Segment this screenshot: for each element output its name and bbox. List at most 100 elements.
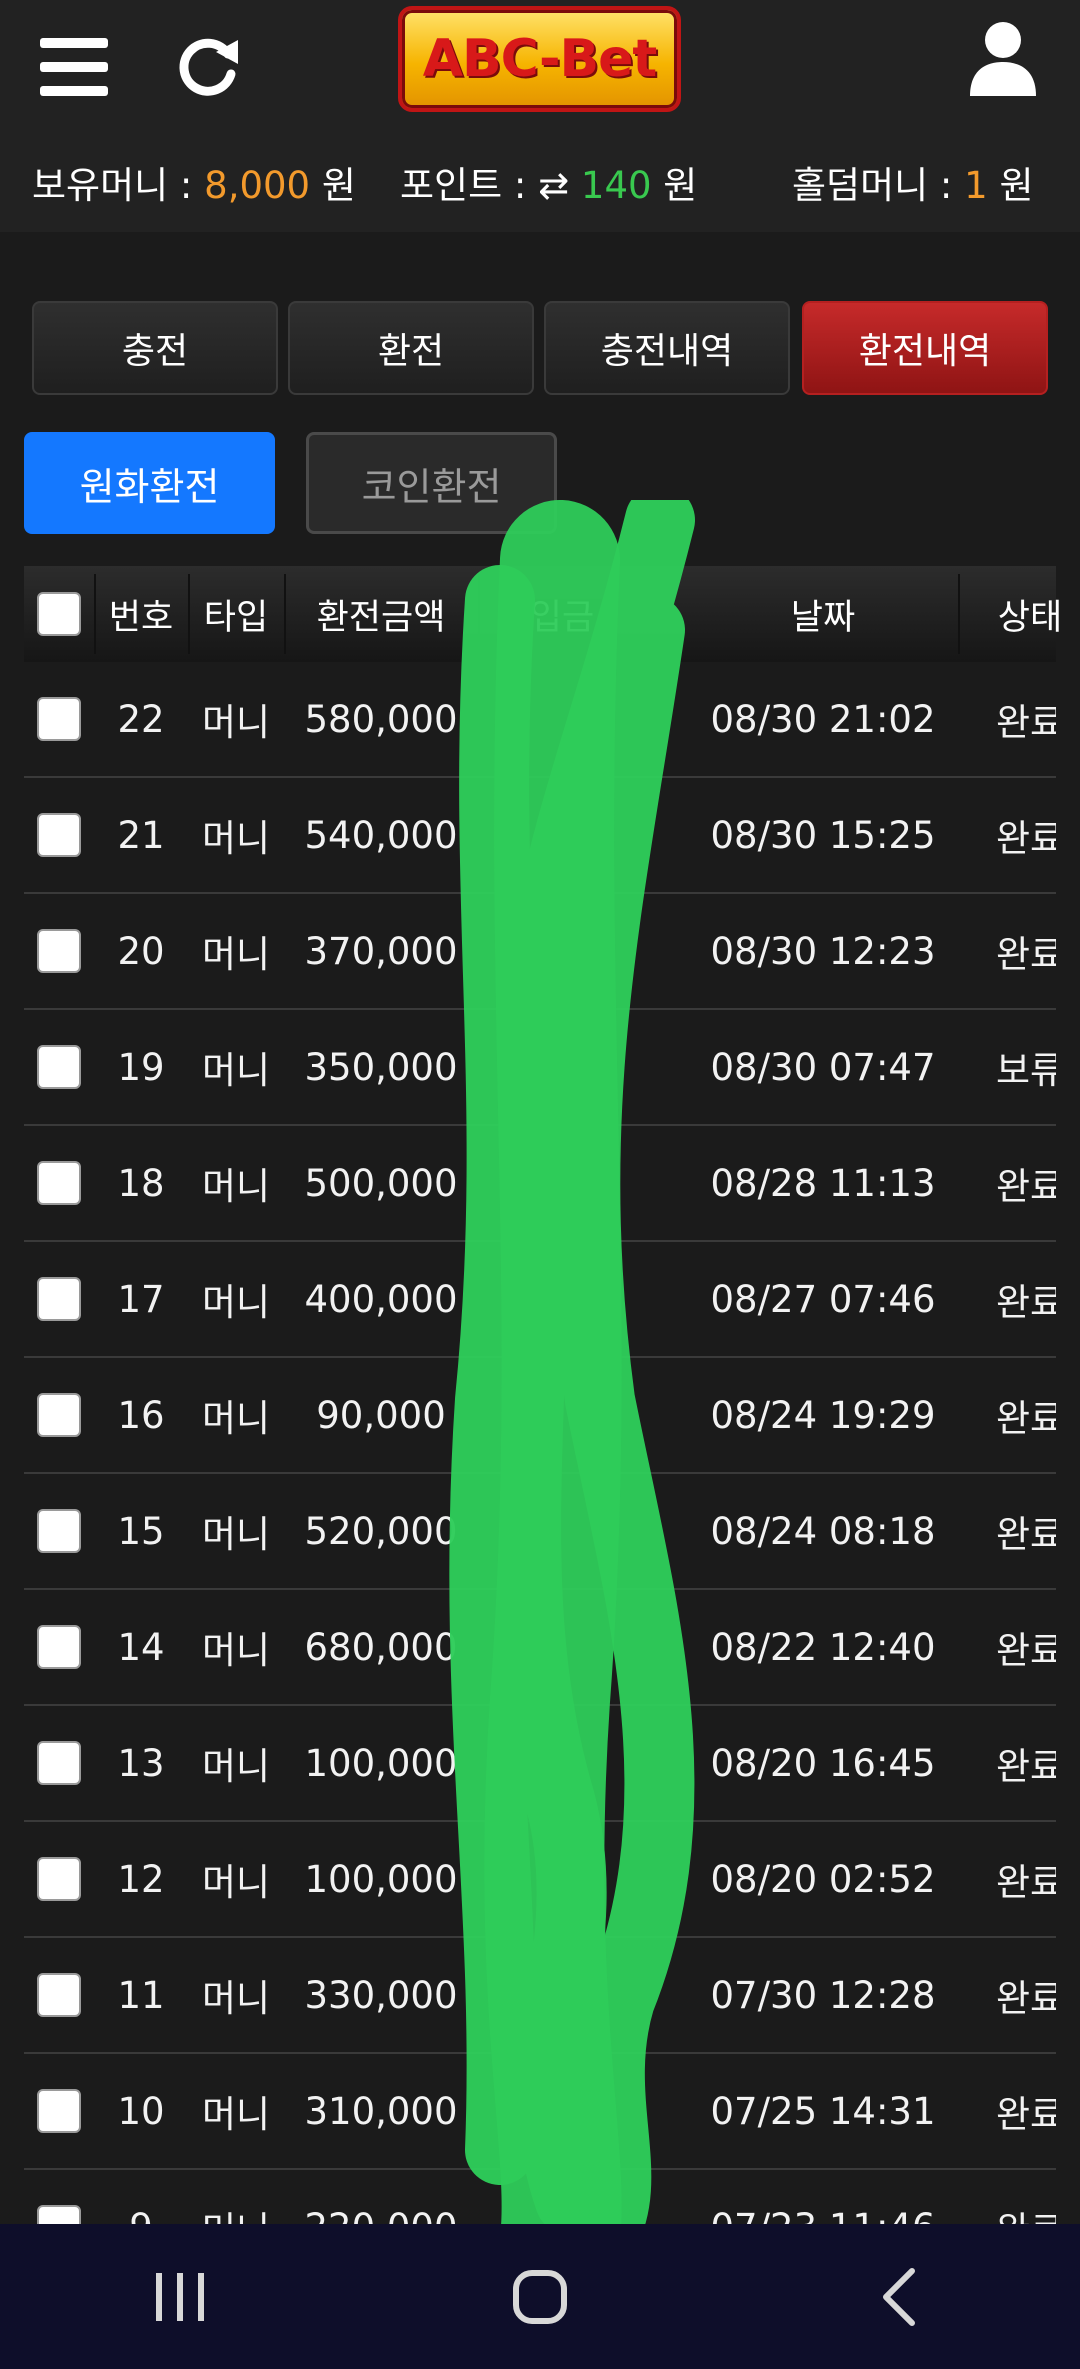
row-no: 12 — [117, 1857, 165, 1901]
row-date: 08/30 07:47 — [710, 1045, 936, 1089]
brand-logo[interactable]: ABC-Bet — [398, 6, 681, 112]
holdem-unit: 원 — [999, 164, 1034, 207]
menu-icon[interactable] — [40, 38, 110, 96]
tab-deposit[interactable]: 충전 — [32, 301, 278, 395]
row-checkbox[interactable] — [37, 1045, 81, 1089]
tab-coin-withdraw[interactable]: 코인환전 — [306, 432, 557, 534]
row-select-cell — [24, 1706, 94, 1820]
table-row[interactable]: 22 머니 580,000 08/30 21:02 완료 — [24, 662, 1056, 778]
back-icon[interactable] — [850, 2257, 950, 2337]
user-icon[interactable] — [968, 20, 1038, 98]
row-checkbox[interactable] — [37, 1741, 81, 1785]
row-select-cell — [24, 1010, 94, 1124]
row-date: 08/28 11:13 — [710, 1161, 936, 1205]
row-amount: 100,000 — [304, 1857, 458, 1901]
table-row[interactable]: 14 머니 680,000 08/22 12:40 완료 — [24, 1590, 1056, 1706]
row-status: 완료 — [995, 1165, 1056, 1208]
row-no: 19 — [117, 1045, 165, 1089]
row-select-cell — [24, 1358, 94, 1472]
row-checkbox[interactable] — [37, 1857, 81, 1901]
row-status: 완료 — [995, 1977, 1056, 2020]
tab-withdraw[interactable]: 환전 — [288, 301, 534, 395]
point-label: 포인트 : — [400, 164, 527, 207]
tab-withdraw-history[interactable]: 환전내역 — [802, 301, 1048, 395]
table-row[interactable]: 15 머니 520,000 08/24 08:18 완료 — [24, 1474, 1056, 1590]
row-amount: 350,000 — [304, 1045, 458, 1089]
swap-icon[interactable]: ⇄ — [538, 164, 569, 207]
row-checkbox[interactable] — [37, 1973, 81, 2017]
select-all-checkbox[interactable] — [37, 592, 81, 636]
tab-deposit-history[interactable]: 충전내역 — [544, 301, 790, 395]
row-status: 완료 — [995, 1397, 1056, 1440]
row-no: 20 — [117, 929, 165, 973]
table-body: 22 머니 580,000 08/30 21:02 완료 21 머니 540,0… — [24, 662, 1056, 2318]
table-row[interactable]: 20 머니 370,000 08/30 12:23 완료 — [24, 894, 1056, 1010]
row-checkbox[interactable] — [37, 1393, 81, 1437]
row-type: 머니 — [201, 2093, 271, 2136]
row-checkbox[interactable] — [37, 1277, 81, 1321]
row-date: 07/30 12:28 — [710, 1973, 936, 2017]
point-unit: 원 — [663, 164, 698, 207]
row-type: 머니 — [201, 1049, 271, 1092]
row-no: 16 — [117, 1393, 165, 1437]
row-type: 머니 — [201, 1629, 271, 1672]
row-select-cell — [24, 1474, 94, 1588]
table-row[interactable]: 11 머니 330,000 07/30 12:28 완료 — [24, 1938, 1056, 2054]
balance-row: 보유머니 : 8,000 원 포인트 : ⇄ 140 원 홀덤머니 : 1 원 — [0, 155, 1080, 215]
header-deposit: 입금 — [529, 597, 595, 638]
row-status: 완료 — [995, 701, 1056, 744]
row-no: 22 — [117, 697, 165, 741]
holdem-balance: 홀덤머니 : 1 원 — [792, 155, 1034, 209]
table-row[interactable]: 16 머니 90,000 08/24 19:29 완료 — [24, 1358, 1056, 1474]
row-type: 머니 — [201, 1165, 271, 1208]
tab-krw-withdraw[interactable]: 원화환전 — [24, 432, 275, 534]
row-date: 08/20 16:45 — [710, 1741, 936, 1785]
table-row[interactable]: 21 머니 540,000 08/30 15:25 완료 — [24, 778, 1056, 894]
row-no: 15 — [117, 1509, 165, 1553]
row-select-cell — [24, 1242, 94, 1356]
point-balance: 포인트 : ⇄ 140 원 — [400, 155, 697, 209]
row-select-cell — [24, 1822, 94, 1936]
table-row[interactable]: 19 머니 350,000 08/30 07:47 보류 — [24, 1010, 1056, 1126]
row-amount: 680,000 — [304, 1625, 458, 1669]
row-amount: 400,000 — [304, 1277, 458, 1321]
row-type: 머니 — [201, 1397, 271, 1440]
row-date: 08/22 12:40 — [710, 1625, 936, 1669]
row-checkbox[interactable] — [37, 1625, 81, 1669]
row-checkbox[interactable] — [37, 1509, 81, 1553]
row-no: 17 — [117, 1277, 165, 1321]
header-no: 번호 — [108, 597, 174, 638]
row-date: 08/30 21:02 — [710, 697, 936, 741]
point-value: 140 — [580, 164, 652, 207]
row-status: 완료 — [995, 1629, 1056, 1672]
row-type: 머니 — [201, 1861, 271, 1904]
table-row[interactable]: 18 머니 500,000 08/28 11:13 완료 — [24, 1126, 1056, 1242]
table-row[interactable]: 12 머니 100,000 08/20 02:52 완료 — [24, 1822, 1056, 1938]
row-status: 보류 — [995, 1049, 1056, 1092]
row-checkbox[interactable] — [37, 1161, 81, 1205]
row-status: 완료 — [995, 1861, 1056, 1904]
row-date: 08/27 07:46 — [710, 1277, 936, 1321]
table-row[interactable]: 10 머니 310,000 07/25 14:31 완료 — [24, 2054, 1056, 2170]
row-checkbox[interactable] — [37, 929, 81, 973]
holdem-value: 1 — [964, 164, 988, 207]
row-amount: 580,000 — [304, 697, 458, 741]
recent-apps-icon[interactable] — [130, 2257, 230, 2337]
row-status: 완료 — [995, 933, 1056, 976]
row-status: 완료 — [995, 1281, 1056, 1324]
table-row[interactable]: 17 머니 400,000 08/27 07:46 완료 — [24, 1242, 1056, 1358]
row-checkbox[interactable] — [37, 2089, 81, 2133]
row-checkbox[interactable] — [37, 697, 81, 741]
row-no: 10 — [117, 2089, 165, 2133]
row-select-cell — [24, 1590, 94, 1704]
row-date: 08/24 08:18 — [710, 1509, 936, 1553]
row-amount: 90,000 — [316, 1393, 446, 1437]
row-type: 머니 — [201, 1513, 271, 1556]
holdem-label: 홀덤머니 : — [792, 164, 953, 207]
row-checkbox[interactable] — [37, 813, 81, 857]
home-icon[interactable] — [490, 2257, 590, 2337]
refresh-icon[interactable] — [176, 34, 242, 100]
row-date: 08/20 02:52 — [710, 1857, 936, 1901]
row-select-cell — [24, 1126, 94, 1240]
table-row[interactable]: 13 머니 100,000 08/20 16:45 완료 — [24, 1706, 1056, 1822]
